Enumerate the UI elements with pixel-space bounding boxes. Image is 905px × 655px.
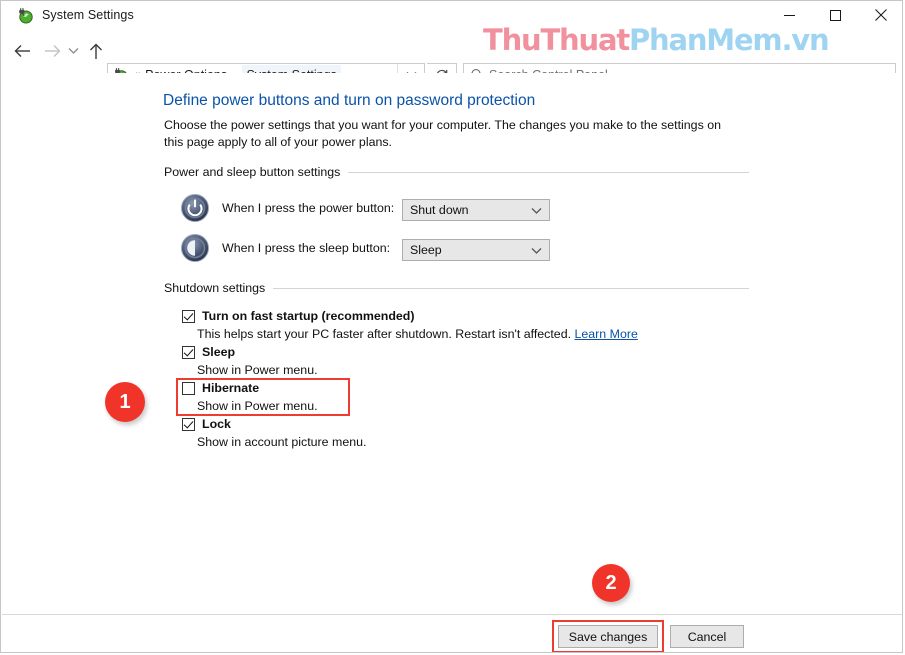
page-title: Define power buttons and turn on passwor… <box>163 92 536 109</box>
group-header-shutdown: Shutdown settings <box>164 281 749 295</box>
fast-startup-sub-text: This helps start your PC faster after sh… <box>197 327 572 341</box>
save-changes-button[interactable]: Save changes <box>558 625 658 648</box>
cancel-button[interactable]: Cancel <box>670 625 744 648</box>
checkbox-fast-startup-label: Turn on fast startup (recommended) <box>202 309 415 323</box>
checkbox-fast-startup-description: This helps start your PC faster after sh… <box>197 327 638 341</box>
power-button-icon <box>180 193 210 223</box>
power-plug-icon <box>17 7 34 24</box>
system-settings-window: System Settings ThuThuatPhanMem.vn Defin… <box>0 0 903 653</box>
checkbox-fast-startup[interactable] <box>182 310 195 323</box>
power-button-action-value: Shut down <box>410 203 469 217</box>
checkbox-row-hibernate[interactable]: Hibernate <box>182 381 259 395</box>
power-button-label: When I press the power button: <box>222 201 395 215</box>
chevron-down-icon <box>531 204 542 218</box>
footer-divider <box>2 614 902 615</box>
sleep-button-action-select[interactable]: Sleep <box>402 239 550 261</box>
window-title: System Settings <box>42 8 134 22</box>
close-icon <box>875 9 887 21</box>
maximize-icon <box>829 9 841 21</box>
annotation-badge-2: 2 <box>592 564 630 602</box>
sleep-button-row: When I press the sleep button: <box>180 233 390 263</box>
group-header-shutdown-label: Shutdown settings <box>164 281 266 295</box>
minimize-icon <box>783 14 795 16</box>
sleep-button-icon <box>180 233 210 263</box>
power-button-row: When I press the power button: <box>180 193 394 223</box>
up-arrow-icon <box>90 43 102 59</box>
learn-more-link[interactable]: Learn More <box>574 327 637 341</box>
divider <box>273 287 749 289</box>
group-header-power-sleep: Power and sleep button settings <box>164 165 749 179</box>
sleep-button-action-value: Sleep <box>410 243 442 257</box>
annotation-badge-1: 1 <box>105 382 145 422</box>
content-area: Define power buttons and turn on passwor… <box>1 73 902 615</box>
checkbox-lock[interactable] <box>182 418 195 431</box>
maximize-button[interactable] <box>812 1 858 29</box>
checkbox-sleep[interactable] <box>182 346 195 359</box>
window-controls <box>766 1 902 29</box>
divider <box>348 171 749 173</box>
checkbox-row-lock[interactable]: Lock <box>182 417 231 431</box>
checkbox-sleep-label: Sleep <box>202 345 236 359</box>
chevron-down-icon <box>531 244 542 258</box>
checkbox-row-sleep[interactable]: Sleep <box>182 345 235 359</box>
forward-button <box>39 38 65 64</box>
navigation-bar: « Power Options › System Settings <box>1 29 902 87</box>
checkbox-row-fast-startup[interactable]: Turn on fast startup (recommended) <box>182 309 415 323</box>
title-bar: System Settings <box>1 1 902 29</box>
checkbox-lock-description: Show in account picture menu. <box>197 435 367 449</box>
back-arrow-icon <box>14 45 30 57</box>
page-description: Choose the power settings that you want … <box>164 118 721 149</box>
up-button[interactable] <box>83 38 109 64</box>
sleep-button-label: When I press the sleep button: <box>222 241 391 255</box>
checkbox-lock-label: Lock <box>202 417 231 431</box>
checkbox-hibernate[interactable] <box>182 382 195 395</box>
checkbox-hibernate-label: Hibernate <box>202 381 260 395</box>
recent-locations-chevron-icon <box>68 48 78 54</box>
checkbox-hibernate-description: Show in Power menu. <box>197 399 318 413</box>
forward-arrow-icon <box>44 45 60 57</box>
group-header-power-sleep-label: Power and sleep button settings <box>164 165 341 179</box>
checkbox-sleep-description: Show in Power menu. <box>197 363 318 377</box>
minimize-button[interactable] <box>766 1 812 29</box>
recent-locations-button[interactable] <box>63 38 83 64</box>
close-button[interactable] <box>858 1 902 29</box>
back-button[interactable] <box>9 38 35 64</box>
power-button-action-select[interactable]: Shut down <box>402 199 550 221</box>
